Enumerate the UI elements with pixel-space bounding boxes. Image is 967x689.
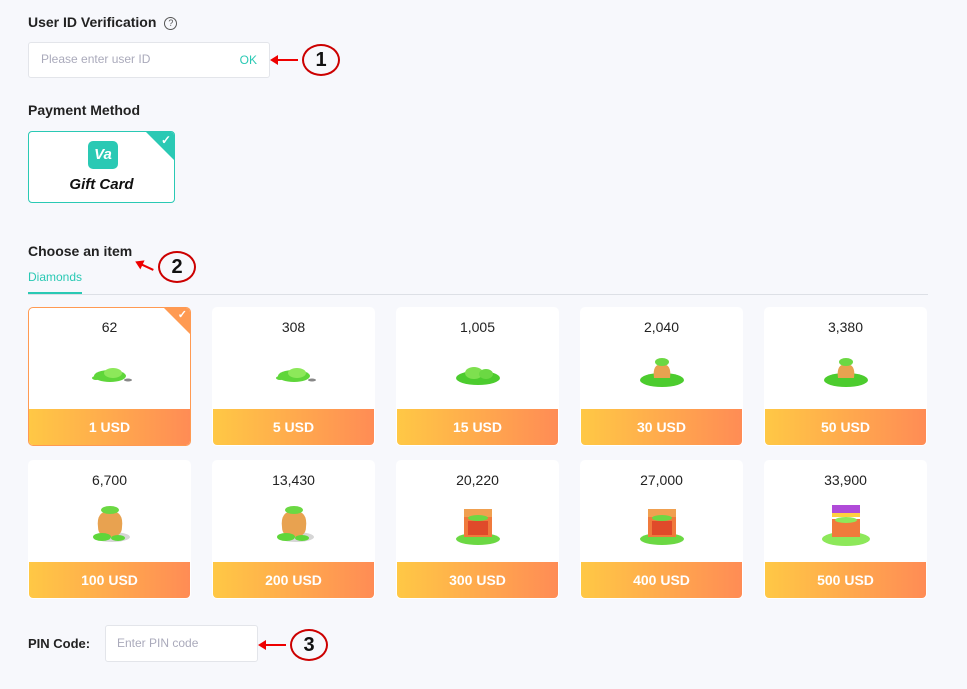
user-id-field: OK xyxy=(28,42,270,78)
item-amount: 13,430 xyxy=(272,472,315,488)
annotation-number: 1 xyxy=(302,44,340,76)
payment-option-label: Gift Card xyxy=(69,176,134,193)
item-price: 300 USD xyxy=(397,562,558,598)
gift-card-logo-icon: Va xyxy=(88,141,118,169)
pin-code-label: PIN Code: xyxy=(28,636,91,651)
item-price: 100 USD xyxy=(29,562,190,598)
payment-method-title: Payment Method xyxy=(28,102,141,118)
item-price: 15 USD xyxy=(397,409,558,445)
ok-button[interactable]: OK xyxy=(240,53,257,67)
gem-pot-icon xyxy=(276,506,314,542)
gem-bag-small-icon xyxy=(823,358,868,387)
item-card[interactable]: 3,380 50 USD xyxy=(764,307,927,446)
item-price: 30 USD xyxy=(581,409,742,445)
item-card[interactable]: 33,900 500 USD xyxy=(764,460,927,599)
item-amount: 308 xyxy=(281,319,306,335)
item-amount: 33,900 xyxy=(824,472,867,488)
annotation-3: 3 xyxy=(258,629,328,661)
check-icon: ✓ xyxy=(160,133,171,147)
annotation-arrow xyxy=(270,55,298,65)
item-price: 400 USD xyxy=(581,562,742,598)
user-id-input[interactable] xyxy=(41,52,221,66)
small-gem-pile-icon xyxy=(275,368,316,382)
item-price: 500 USD xyxy=(765,562,926,598)
item-card[interactable]: 20,220 300 USD xyxy=(396,460,559,599)
gem-bag-small-icon xyxy=(639,358,684,387)
item-card[interactable]: 62 1 USD ✓ xyxy=(28,307,191,446)
item-amount: 1,005 xyxy=(459,319,496,335)
item-grid: 62 1 USD ✓ 308 5 USD 1,005 15 USD 2,040 30 USD 3,… xyxy=(28,307,928,599)
gem-chest-icon xyxy=(455,509,500,545)
item-price: 5 USD xyxy=(213,409,374,445)
item-card[interactable]: 6,700 100 USD xyxy=(28,460,191,599)
annotation-number: 3 xyxy=(290,629,328,661)
gem-treasure-chest-icon xyxy=(821,505,870,546)
annotation-arrow xyxy=(258,640,286,650)
check-icon: ✓ xyxy=(177,309,187,321)
item-price: 50 USD xyxy=(765,409,926,445)
help-icon[interactable]: ? xyxy=(164,17,178,30)
small-gem-pile-icon xyxy=(91,368,132,382)
gem-pot-icon xyxy=(92,506,130,542)
user-id-title-text: User ID Verification xyxy=(28,14,157,30)
item-price: 200 USD xyxy=(213,562,374,598)
item-card[interactable]: 2,040 30 USD xyxy=(580,307,743,446)
tab-diamonds[interactable]: Diamonds xyxy=(28,270,82,294)
item-amount: 2,040 xyxy=(643,319,680,335)
item-card[interactable]: 308 5 USD xyxy=(212,307,375,446)
annotation-1: 1 xyxy=(270,44,340,76)
item-card[interactable]: 27,000 400 USD xyxy=(580,460,743,599)
gem-pile-icon xyxy=(455,367,500,385)
item-price: 1 USD xyxy=(29,409,190,445)
item-tabs: Diamonds xyxy=(28,268,928,295)
pin-code-input[interactable] xyxy=(117,636,247,650)
item-card[interactable]: 1,005 15 USD xyxy=(396,307,559,446)
item-amount: 6,700 xyxy=(91,472,128,488)
gem-chest-icon xyxy=(639,509,684,545)
pin-code-field xyxy=(105,625,258,662)
user-id-title: User ID Verification? xyxy=(28,14,178,30)
item-card[interactable]: 13,430 200 USD xyxy=(212,460,375,599)
payment-option-gift-card[interactable]: Va Gift Card ✓ xyxy=(28,131,175,203)
item-amount: 3,380 xyxy=(827,319,864,335)
choose-item-title: Choose an item xyxy=(28,243,133,259)
item-amount: 27,000 xyxy=(640,472,683,488)
item-amount: 20,220 xyxy=(456,472,499,488)
